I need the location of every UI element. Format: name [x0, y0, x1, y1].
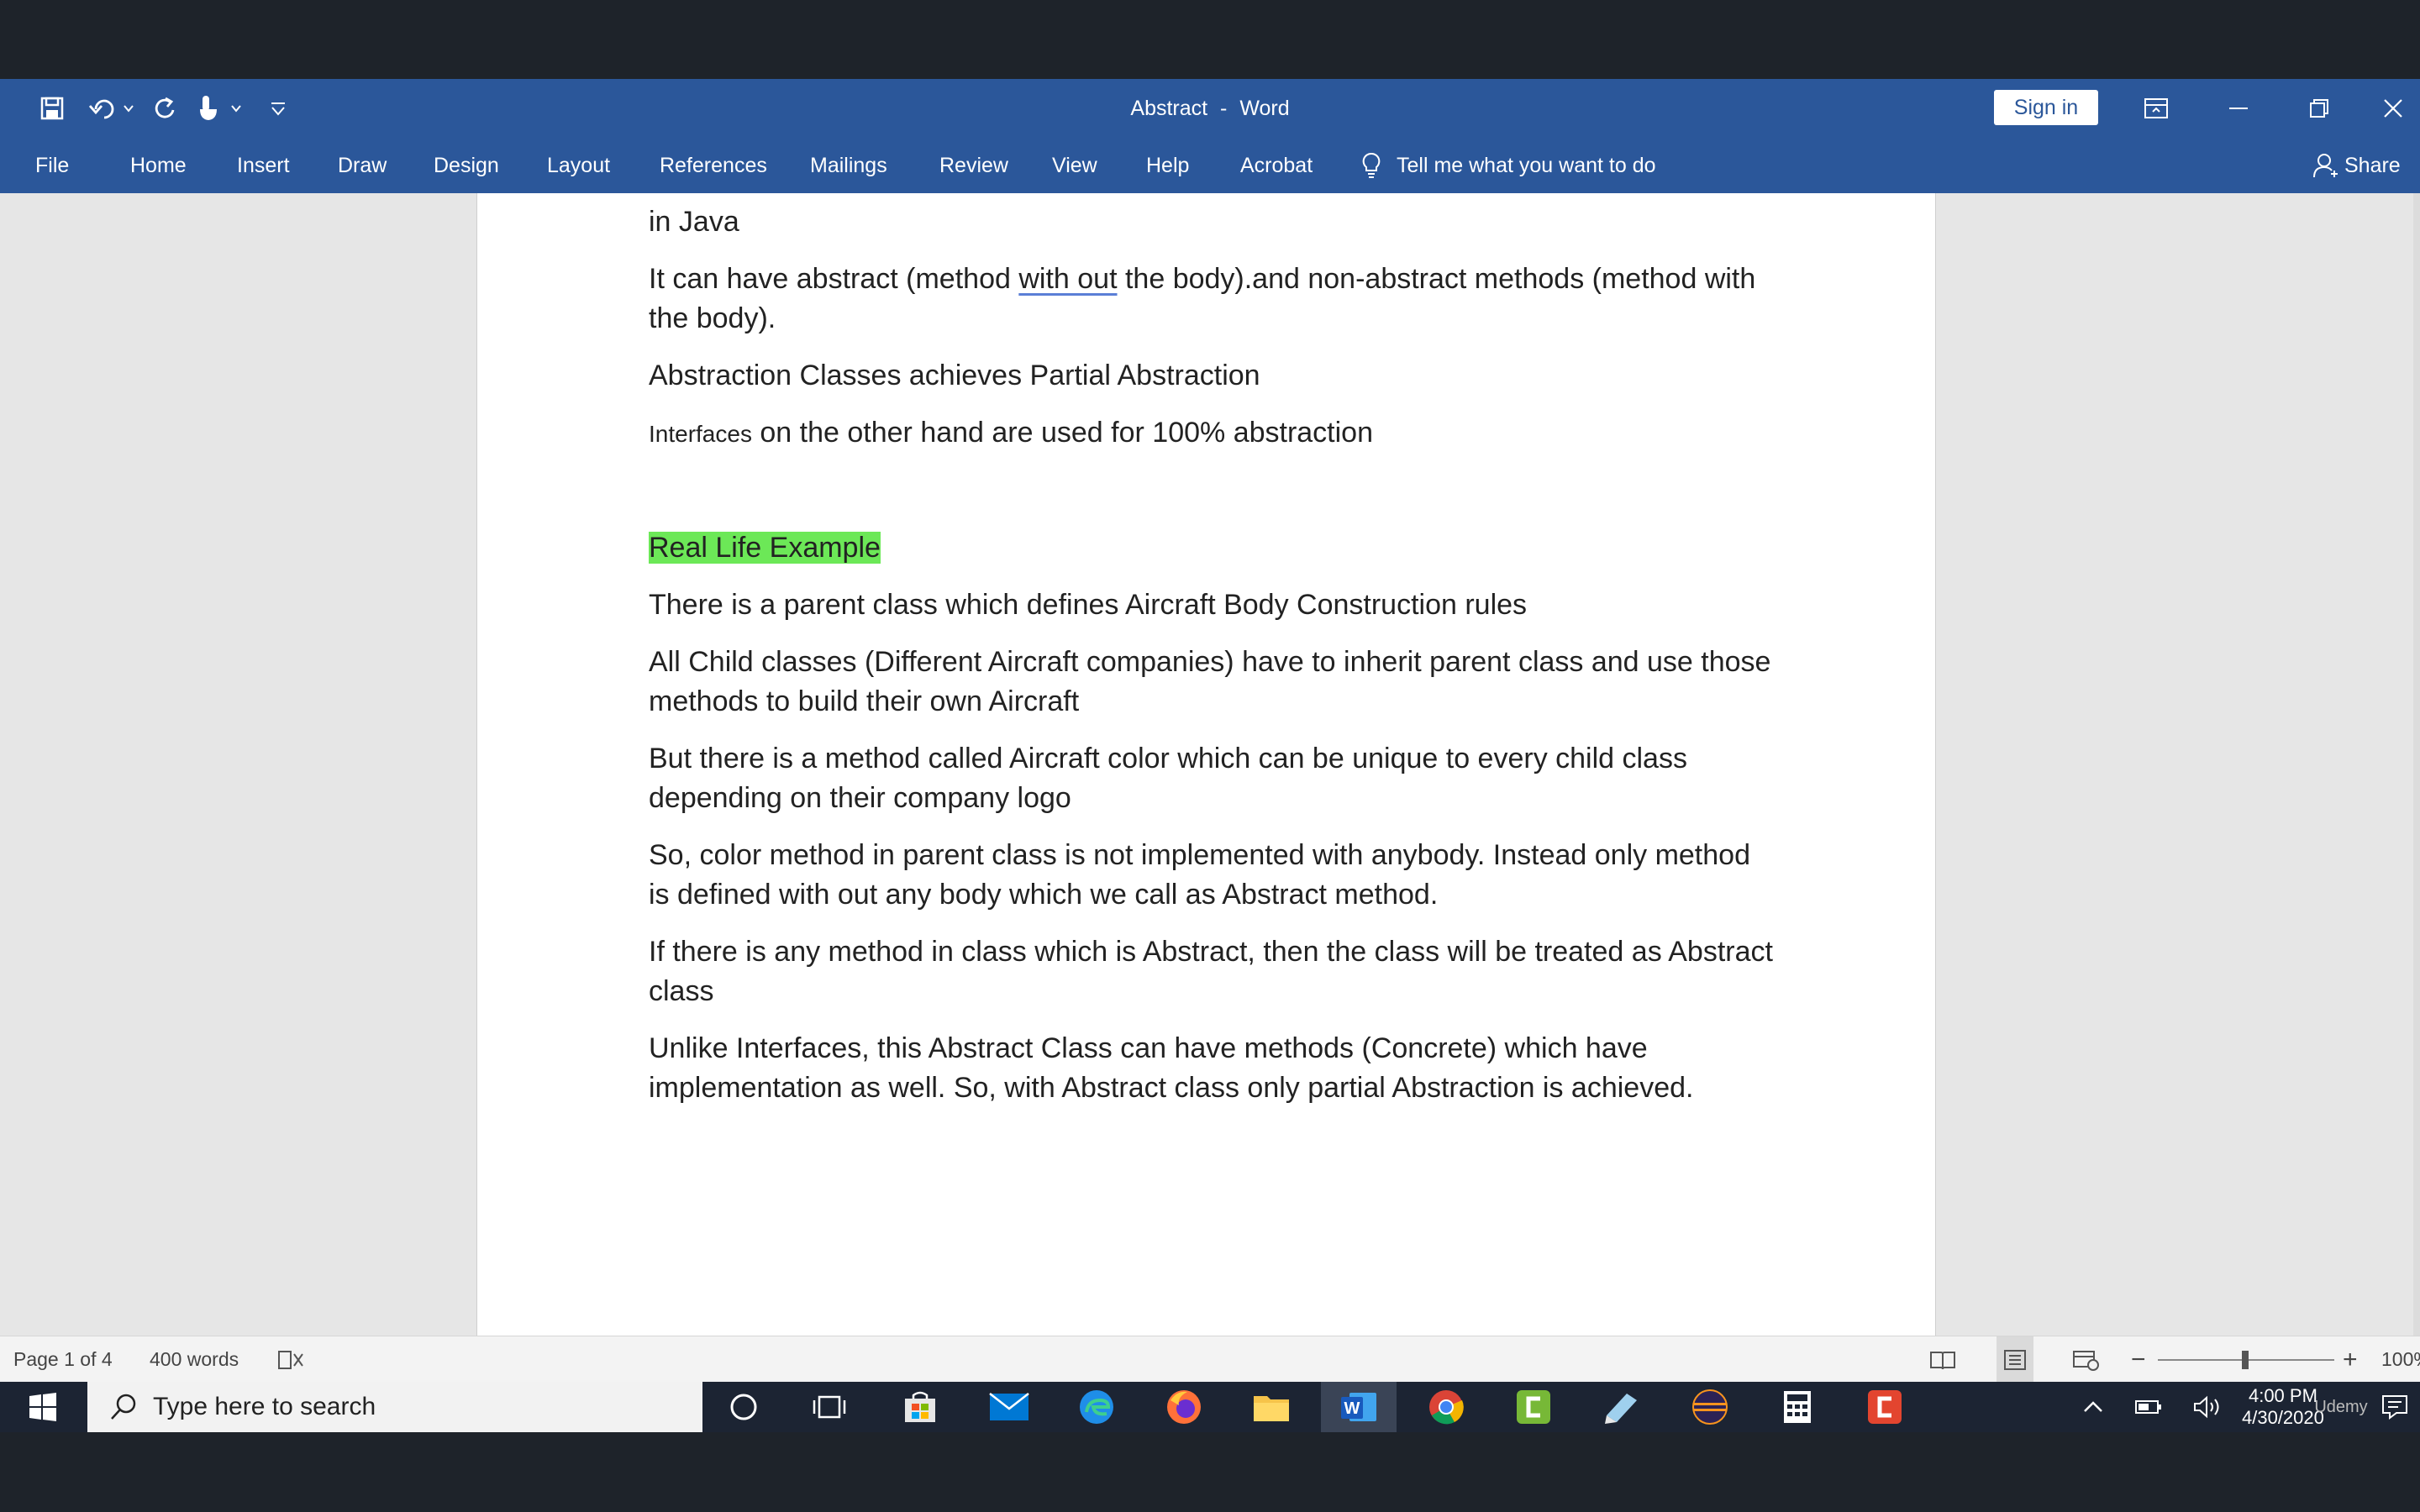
- zoom-slider-thumb[interactable]: [2242, 1351, 2249, 1369]
- app-name: Word: [1239, 97, 1290, 120]
- firefox-icon[interactable]: [1146, 1382, 1222, 1432]
- status-bar: Page 1 of 4 400 words − + 100%: [0, 1336, 2420, 1383]
- edge-browser-icon[interactable]: [1059, 1382, 1134, 1432]
- tab-design[interactable]: Design: [434, 138, 499, 193]
- paragraph-abstract-methods: It can have abstract (method with out th…: [649, 260, 1775, 339]
- notifications-icon[interactable]: [2370, 1382, 2420, 1432]
- clock-time: 4:00 PM: [2248, 1385, 2317, 1406]
- tab-view[interactable]: View: [1052, 138, 1097, 193]
- eclipse-ide-icon[interactable]: [1672, 1382, 1748, 1432]
- cut-off-line: in Java: [649, 206, 739, 238]
- file-explorer-icon[interactable]: [1234, 1382, 1309, 1432]
- sign-in-button[interactable]: Sign in: [1994, 90, 2098, 125]
- search-placeholder: Type here to search: [153, 1393, 376, 1420]
- zoom-in-button[interactable]: +: [2343, 1336, 2358, 1383]
- title-separator: -: [1220, 97, 1228, 120]
- taskbar-search-box[interactable]: Type here to search: [87, 1382, 702, 1432]
- camtasia-icon[interactable]: [1496, 1382, 1571, 1432]
- search-icon: [111, 1394, 136, 1420]
- tab-file[interactable]: File: [35, 138, 69, 193]
- zoom-level[interactable]: 100%: [2381, 1336, 2420, 1383]
- web-layout-icon[interactable]: [2072, 1336, 2099, 1383]
- word-count[interactable]: 400 words: [150, 1336, 239, 1383]
- bottom-letterbox: [0, 1432, 2420, 1512]
- share-label: Share: [2344, 153, 2401, 177]
- tell-me-search[interactable]: Tell me what you want to do: [1361, 138, 1656, 193]
- p3-text: on the other hand are used for 100% abst…: [751, 417, 1374, 449]
- tab-mailings[interactable]: Mailings: [810, 138, 887, 193]
- print-layout-icon[interactable]: [1996, 1336, 2033, 1383]
- document-name: Abstract: [1130, 97, 1208, 120]
- microsoft-store-icon[interactable]: [882, 1382, 958, 1432]
- tab-acrobat[interactable]: Acrobat: [1240, 138, 1313, 193]
- p1-text-start: It can have abstract (method: [649, 263, 1019, 295]
- close-icon[interactable]: [2366, 79, 2420, 138]
- tell-me-text: Tell me what you want to do: [1397, 153, 1656, 177]
- calculator-icon[interactable]: [1760, 1382, 1835, 1432]
- word-app-icon[interactable]: W: [1321, 1382, 1397, 1432]
- volume-icon[interactable]: [2171, 1382, 2244, 1432]
- document-page[interactable]: in Java It can have abstract (method wit…: [476, 193, 1936, 1336]
- windows-taskbar: Type here to search W 4:00 PM 4/30/2020 …: [0, 1382, 2420, 1432]
- read-mode-icon[interactable]: [1929, 1336, 1956, 1383]
- notepad-app-icon[interactable]: [1583, 1382, 1659, 1432]
- document-body[interactable]: in Java It can have abstract (method wit…: [649, 202, 1775, 1126]
- zoom-slider[interactable]: [2158, 1336, 2334, 1383]
- clock-date: 4/30/2020: [2242, 1407, 2324, 1428]
- person-icon: [2313, 154, 2338, 178]
- snagit-icon[interactable]: [1847, 1382, 1923, 1432]
- lightbulb-icon: [1362, 152, 1381, 178]
- title-bar: Abstract - Word Sign in: [0, 79, 2420, 138]
- paragraph-interfaces: Interfaces on the other hand are used fo…: [649, 413, 1775, 454]
- cortana-icon[interactable]: [706, 1382, 781, 1432]
- tab-draw[interactable]: Draw: [338, 138, 387, 193]
- spellcheck-underlined-text: with out: [1018, 263, 1118, 295]
- vertical-scrollbar[interactable]: [2413, 193, 2420, 1336]
- paragraph-aircraft-color: But there is a method called Aircraft co…: [649, 743, 1687, 814]
- svg-text:W: W: [1344, 1399, 1360, 1418]
- tab-review[interactable]: Review: [939, 138, 1008, 193]
- highlighted-heading: Real Life Example: [649, 532, 881, 564]
- paragraph-abstract-class-rule: If there is any method in class which is…: [649, 936, 1773, 1007]
- document-area[interactable]: in Java It can have abstract (method wit…: [0, 193, 2420, 1336]
- windows-start-icon[interactable]: [5, 1382, 81, 1432]
- system-clock[interactable]: 4:00 PM 4/30/2020: [2242, 1382, 2324, 1436]
- tab-insert[interactable]: Insert: [237, 138, 290, 193]
- restore-icon[interactable]: [2286, 79, 2353, 138]
- tab-home[interactable]: Home: [130, 138, 187, 193]
- paragraph-unlike-interfaces: Unlike Interfaces, this Abstract Class c…: [649, 1032, 1694, 1104]
- tab-layout[interactable]: Layout: [547, 138, 610, 193]
- paragraph-child-classes: All Child classes (Different Aircraft co…: [649, 646, 1771, 717]
- udemy-watermark: Udemy: [2314, 1397, 2368, 1416]
- top-letterbox: [0, 0, 2420, 79]
- share-button[interactable]: Share: [2312, 138, 2401, 193]
- ribbon-display-options-icon[interactable]: [2123, 79, 2190, 138]
- paragraph-partial-abstraction: Abstraction Classes achieves Partial Abs…: [649, 360, 1260, 391]
- chrome-icon[interactable]: [1408, 1382, 1484, 1432]
- interfaces-word: Interfaces: [649, 421, 752, 447]
- accessibility-icon[interactable]: [277, 1336, 306, 1383]
- empty-paragraph: [649, 471, 1775, 511]
- page-count[interactable]: Page 1 of 4: [13, 1336, 113, 1383]
- task-view-icon[interactable]: [792, 1382, 867, 1432]
- minimize-icon[interactable]: [2205, 79, 2272, 138]
- paragraph-parent-class: There is a parent class which defines Ai…: [649, 589, 1528, 621]
- mail-icon[interactable]: [971, 1382, 1047, 1432]
- zoom-out-button[interactable]: −: [2131, 1336, 2146, 1383]
- heading-real-life-example: Real Life Example: [649, 528, 1775, 568]
- tab-help[interactable]: Help: [1146, 138, 1189, 193]
- paragraph-color-method: So, color method in parent class is not …: [649, 839, 1750, 911]
- tab-references[interactable]: References: [660, 138, 767, 193]
- ribbon-tabs: File Home Insert Draw Design Layout Refe…: [0, 138, 2420, 193]
